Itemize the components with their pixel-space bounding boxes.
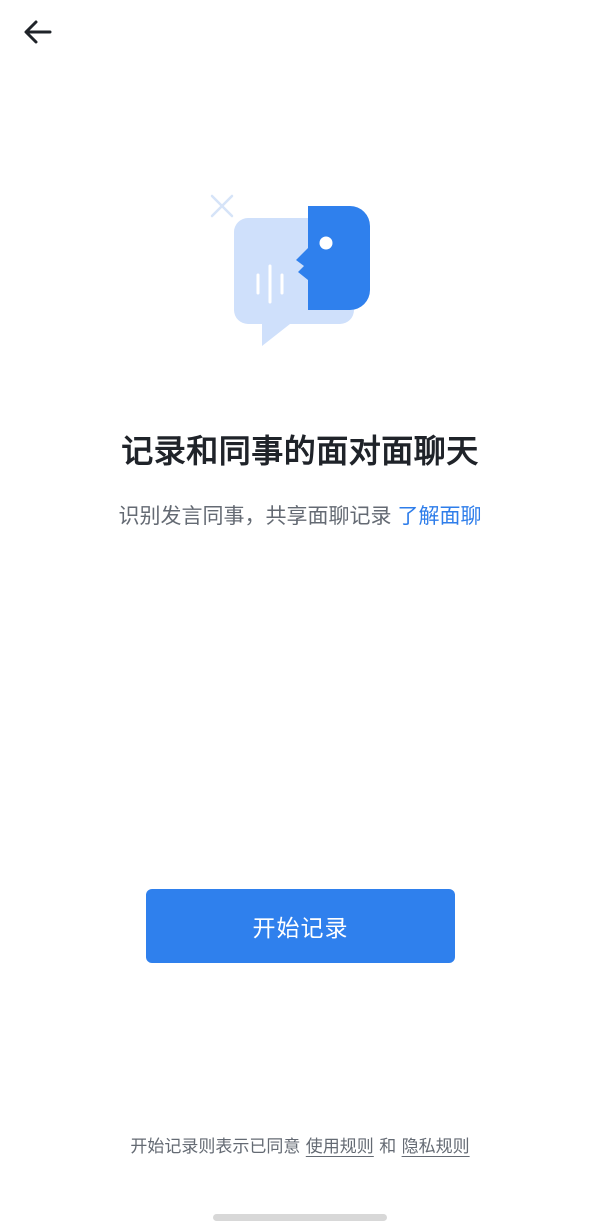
page-title: 记录和同事的面对面聊天 (121, 432, 479, 470)
terms-link[interactable]: 使用规则 (306, 1137, 374, 1157)
consent-note: 开始记录则表示已同意 使用规则 和 隐私规则 (0, 1132, 600, 1157)
arrow-left-icon (24, 20, 52, 44)
consent-prefix: 开始记录则表示已同意 (130, 1137, 301, 1157)
hero-illustration (200, 186, 380, 356)
consent-conjunction: 和 (379, 1137, 397, 1157)
face-to-face-chat-icon (210, 194, 370, 346)
back-button[interactable] (14, 12, 62, 52)
subtitle-text: 识别发言同事，共享面聊记录 (118, 504, 392, 528)
page-subtitle: 识别发言同事，共享面聊记录 了解面聊 (0, 500, 600, 530)
privacy-link[interactable]: 隐私规则 (402, 1137, 470, 1157)
learn-more-link[interactable]: 了解面聊 (398, 504, 482, 528)
eye-dot (319, 236, 333, 250)
home-indicator[interactable] (213, 1214, 387, 1221)
sparkle-icon (210, 194, 234, 218)
start-recording-button[interactable]: 开始记录 (146, 889, 455, 963)
